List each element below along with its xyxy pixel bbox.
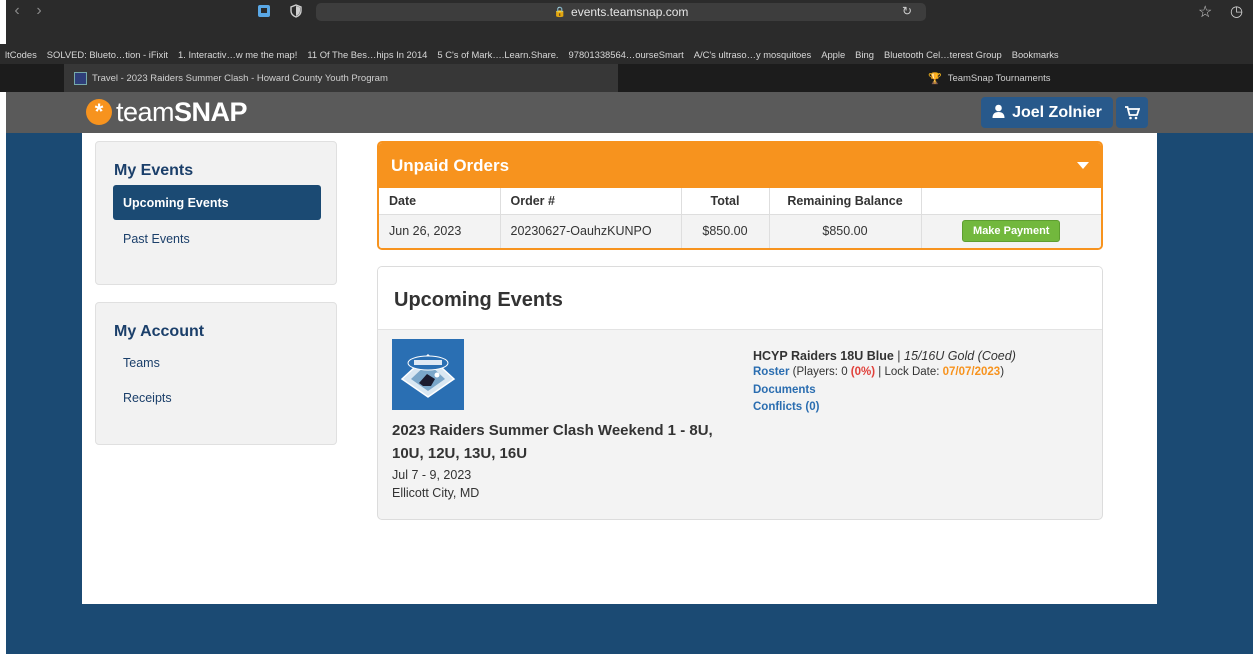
event-logo-image[interactable] [392,339,464,410]
my-account-heading: My Account [114,323,205,340]
asterisk-logo-icon: * [86,99,112,125]
column-header-order: Order # [500,188,682,215]
user-name: Joel Zolnier [1012,103,1102,121]
history-clock-icon[interactable]: ◷ [1230,2,1243,20]
teamsnap-logo[interactable]: * teamSNAP [86,96,248,127]
tab-label: TeamSnap Tournaments [947,72,1051,84]
order-action-cell: Make Payment [921,214,1101,248]
upcoming-events-title: Upcoming Events [394,289,563,311]
make-payment-button[interactable]: Make Payment [962,220,1061,243]
site-header: * teamSNAP Joel Zolnier [6,92,1253,133]
url-text: events.teamsnap.com [571,5,689,19]
event-location: Ellicott City, MD [392,486,480,500]
privacy-shield-icon[interactable] [288,3,304,19]
column-header-date: Date [379,188,501,215]
my-account-card: My Account Teams Receipts [95,302,337,445]
order-total: $850.00 [681,214,770,248]
column-header-action [921,188,1101,215]
team-name: HCYP Raiders 18U Blue [753,349,894,363]
players-count: (Players: 0 [789,366,851,378]
orders-table: Date Order # Total Remaining Balance Jun… [379,188,1101,248]
user-menu-button[interactable]: Joel Zolnier [981,97,1113,128]
bookmark-item[interactable]: Bluetooth Cel…terest Group [879,49,1007,60]
bookmarks-bar: ltCodes SOLVED: Blueto…tion - iFixit 1. … [0,44,1253,64]
documents-link[interactable]: Documents [753,384,816,396]
tab-teamsnap-tournaments[interactable]: 🏆 TeamSnap Tournaments [618,64,1253,92]
bookmark-item[interactable]: 11 Of The Bes…hips In 2014 [302,49,432,60]
event-name[interactable]: 2023 Raiders Summer Clash Weekend 1 - 8U… [392,419,732,465]
back-icon[interactable]: ‹ [6,2,28,20]
tab-travel[interactable]: Travel - 2023 Raiders Summer Clash - How… [64,64,618,92]
bookmark-item[interactable]: ltCodes [0,49,42,60]
players-percent: (0%) [850,366,876,378]
address-bar[interactable]: 🔒 events.teamsnap.com ↻ [316,3,926,21]
caret-down-icon[interactable] [1077,162,1089,169]
column-header-balance: Remaining Balance [769,188,922,215]
site-favicon-icon [74,71,87,85]
browser-toolbar: ‹ › 🔒 events.teamsnap.com ↻ ☆ ◷ [6,0,1253,44]
user-icon [992,104,1005,121]
team-line: HCYP Raiders 18U Blue | 15/16U Gold (Coe… [753,349,1016,363]
tab-label: Travel - 2023 Raiders Summer Clash - How… [92,72,388,84]
column-header-total: Total [681,188,770,215]
sidebar-item-teams[interactable]: Teams [123,356,160,370]
cart-icon [1125,105,1140,119]
lock-date: 07/07/2023 [942,366,1001,378]
forward-icon[interactable]: › [28,2,50,20]
browser-nav-row: ‹ › 🔒 events.teamsnap.com ↻ ☆ ◷ [6,0,1253,22]
lock-icon: 🔒 [553,6,567,18]
my-events-card: My Events Upcoming Events Past Events [95,141,337,285]
bookmark-item[interactable]: Apple [816,49,850,60]
roster-line: Roster (Players: 0 (0%) | Lock Date: 07/… [753,366,1004,378]
order-number: 20230627-OauhzKUNPO [500,214,682,248]
cart-button[interactable] [1116,97,1148,128]
trophy-icon: 🏆 [928,72,942,85]
tab-spacer [0,64,64,92]
sidebar-item-receipts[interactable]: Receipts [123,391,172,405]
reload-icon[interactable]: ↻ [902,4,912,18]
bookmark-item[interactable]: 97801338564…ourseSmart [564,49,689,60]
sidebar-item-upcoming-events[interactable]: Upcoming Events [113,185,321,220]
sidebar-item-past-events[interactable]: Past Events [123,232,190,246]
table-row: Jun 26, 2023 20230627-OauhzKUNPO $850.00… [379,214,1101,248]
bookmark-item[interactable]: 5 C's of Mark….Learn.Share. [432,49,563,60]
roster-close: ) [1000,366,1005,378]
bookmark-item[interactable]: SOLVED: Blueto…tion - iFixit [42,49,173,60]
bookmark-star-icon[interactable]: ☆ [1198,2,1212,22]
event-dates: Jul 7 - 9, 2023 [392,468,472,482]
upcoming-events-header: Upcoming Events [378,267,1102,330]
team-division: 15/16U Gold (Coed) [904,349,1016,363]
upcoming-events-panel: Upcoming Events 2023 Raiders Summer Clas… [377,266,1103,520]
bookmark-item[interactable]: A/C's ultraso…y mosquitoes [689,49,816,60]
unpaid-orders-title: Unpaid Orders [391,155,510,175]
unpaid-orders-panel: Unpaid Orders Date Order # Total Remaini… [377,141,1103,250]
conflicts-link[interactable]: Conflicts (0) [753,401,819,413]
unpaid-orders-header[interactable]: Unpaid Orders [379,143,1101,188]
my-events-heading: My Events [114,162,194,179]
bookmark-item[interactable]: Bookmarks [1007,49,1064,60]
bookmark-item[interactable]: 1. Interactiv…w me the map! [173,49,302,60]
order-date: Jun 26, 2023 [379,214,501,248]
browser-tab-strip: Travel - 2023 Raiders Summer Clash - How… [0,64,1253,92]
logo-wordmark: teamSNAP [116,96,248,127]
lock-date-label: | Lock Date: [875,366,943,378]
bookmark-item[interactable]: Bing [850,49,879,60]
team-separator: | [893,349,904,363]
roster-link[interactable]: Roster [753,366,789,378]
table-header-row: Date Order # Total Remaining Balance [379,188,1101,215]
order-balance: $850.00 [769,214,922,248]
extension-shield-icon[interactable] [256,3,272,19]
